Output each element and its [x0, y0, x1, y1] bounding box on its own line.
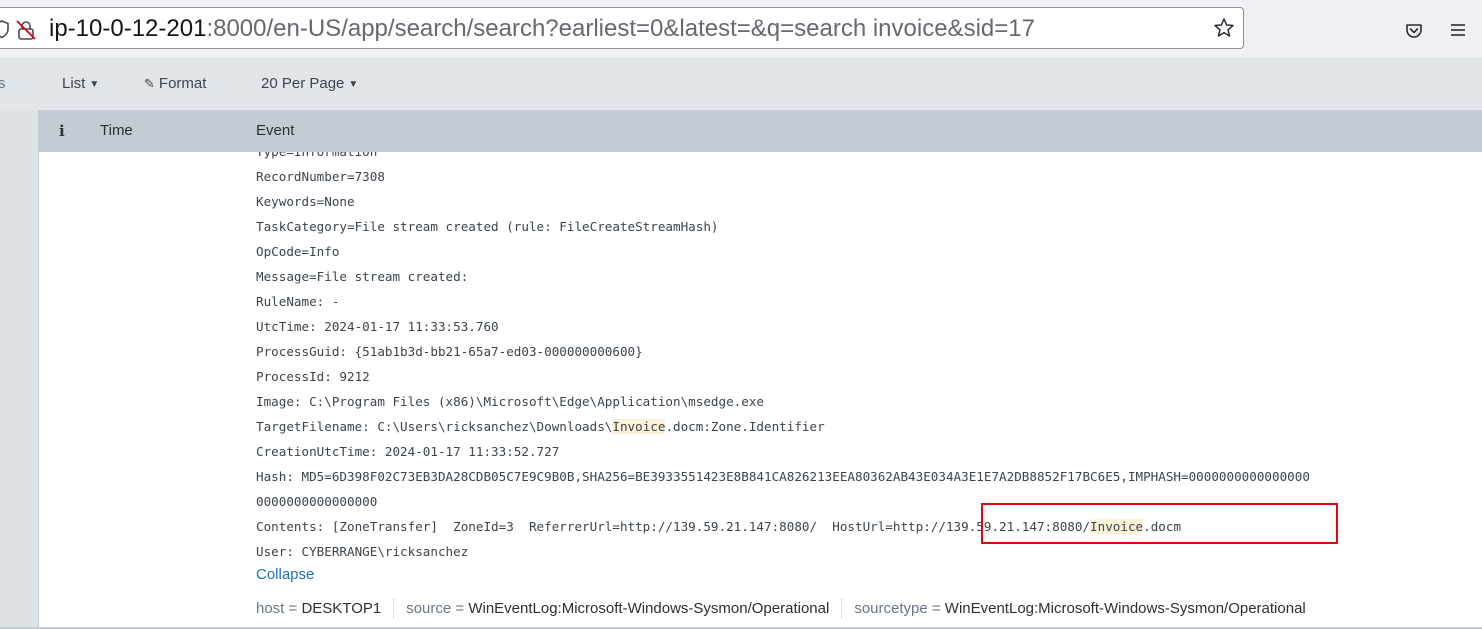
time-column-header[interactable]: Time	[100, 110, 133, 152]
shield-icon[interactable]	[0, 19, 9, 39]
per-page-dropdown[interactable]: 20 Per Page ▼	[261, 58, 358, 110]
browser-toolbar: ip-10-0-12-201:8000/en-US/app/search/sea…	[0, 0, 1482, 59]
host-value: DESKTOP1	[301, 600, 382, 617]
insecure-lock-icon[interactable]	[15, 19, 37, 41]
event-line: TaskCategory=File stream created (rule: …	[256, 219, 719, 234]
search-term-highlight: Invoice	[612, 419, 666, 434]
event-column-header: Event	[256, 122, 295, 139]
url-bar[interactable]: ip-10-0-12-201:8000/en-US/app/search/sea…	[0, 7, 1244, 49]
target-suffix: .docm:Zone.Identifier	[665, 419, 825, 434]
pocket-icon[interactable]	[1404, 21, 1424, 41]
event-line: OpCode=Info	[256, 244, 340, 259]
url-fade	[1171, 10, 1211, 46]
annotation-highlight-box	[981, 503, 1338, 544]
left-tab-stub[interactable]: s	[0, 58, 6, 110]
field-separator	[841, 599, 843, 620]
collapse-link[interactable]: Collapse	[256, 566, 314, 583]
event-line: RuleName: -	[256, 294, 340, 309]
sourcetype-key: sourcetype =	[854, 600, 945, 617]
source-value: WinEventLog:Microsoft-Windows-Sysmon/Ope…	[468, 600, 830, 617]
event-line: Keywords=None	[256, 194, 355, 209]
target-filename-line: TargetFilename: C:\Users\ricksanchez\Dow…	[256, 414, 1310, 439]
sourcetype-field[interactable]: sourcetype = WinEventLog:Microsoft-Windo…	[854, 600, 1305, 617]
host-field[interactable]: host = DESKTOP1	[256, 600, 381, 617]
hash-line: Hash: MD5=6D398F02C73EB3DA28CDB05C7E9C9B…	[256, 469, 1310, 484]
event-line: UtcTime: 2024-01-17 11:33:53.760	[256, 319, 499, 334]
pencil-icon: ✎	[144, 76, 155, 91]
event-line: RecordNumber=7308	[256, 169, 385, 184]
results-toolbar: s List ▼ ✎ Format 20 Per Page ▼	[0, 58, 1482, 110]
list-view-dropdown[interactable]: List ▼	[62, 58, 99, 110]
source-field[interactable]: source = WinEventLog:Microsoft-Windows-S…	[406, 600, 829, 617]
caret-down-icon: ▼	[89, 79, 100, 90]
list-label: List	[62, 75, 86, 92]
event-line: ProcessId: 9212	[256, 369, 370, 384]
event-fields-row: host = DESKTOP1 source = WinEventLog:Micr…	[256, 598, 1306, 620]
event-line: ProcessGuid: {51ab1b3d-bb21-65a7-ed03-00…	[256, 344, 643, 359]
url-path: :8000/en-US/app/search/search?earliest=0…	[206, 15, 1035, 42]
event-line: Type=Information	[256, 152, 1310, 164]
field-separator	[393, 599, 395, 620]
event-line: Image: C:\Program Files (x86)\Microsoft\…	[256, 394, 764, 409]
source-key: source =	[406, 600, 469, 617]
event-row: Type=Information RecordNumber=7308 Keywo…	[39, 152, 1482, 629]
caret-down-icon: ▼	[348, 79, 359, 90]
format-button[interactable]: ✎ Format	[144, 58, 206, 110]
target-prefix: TargetFilename: C:\Users\ricksanchez\Dow…	[256, 419, 613, 434]
bookmark-star-icon[interactable]	[1213, 17, 1235, 39]
url-text[interactable]: ip-10-0-12-201:8000/en-US/app/search/sea…	[49, 12, 1209, 46]
host-key: host =	[256, 600, 302, 617]
event-line: Message=File stream created:	[256, 269, 469, 284]
info-column-icon: i	[59, 122, 65, 140]
format-label: Format	[158, 75, 207, 92]
results-table-header: i Time Event	[39, 110, 1482, 152]
contents-prefix: Contents: [ZoneTransfer] ZoneId=3 Referr…	[256, 519, 1091, 534]
creation-time-line: CreationUtcTime: 2024-01-17 11:33:52.727	[256, 444, 560, 459]
fields-sidebar	[0, 110, 39, 629]
per-page-label: 20 Per Page	[261, 75, 345, 92]
url-host: ip-10-0-12-201	[49, 15, 207, 42]
sourcetype-value: WinEventLog:Microsoft-Windows-Sysmon/Ope…	[944, 600, 1306, 617]
hamburger-menu-icon[interactable]	[1450, 22, 1466, 38]
